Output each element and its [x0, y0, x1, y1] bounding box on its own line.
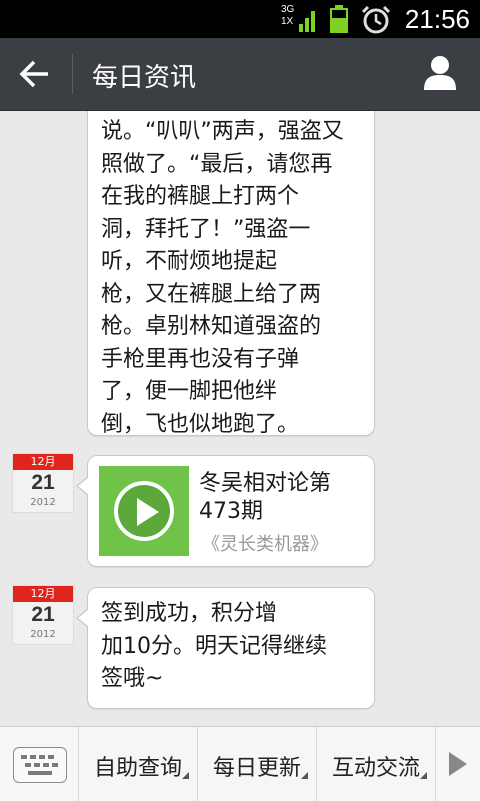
battery-icon [330, 5, 348, 33]
date-day: 21 [31, 471, 55, 494]
date-badge: 12月 21 2012 [12, 585, 74, 645]
date-day: 21 [31, 603, 55, 626]
chevron-right-icon [449, 752, 467, 776]
menu-interaction-button[interactable]: 互动交流 [316, 727, 435, 801]
article-source: 《灵长类机器》 [202, 534, 328, 555]
submenu-indicator-icon [182, 772, 189, 779]
bubble-tail [76, 608, 89, 628]
date-year: 2012 [30, 629, 56, 640]
menu-label: 每日更新 [212, 756, 301, 781]
message-text: 签到成功，积分增 加10分。明天记得继续 签哦~ [101, 601, 327, 691]
keyboard-toggle-button[interactable] [0, 727, 78, 801]
play-thumbnail[interactable] [99, 466, 189, 556]
status-bar: 3G 1X 21:56 [0, 0, 480, 38]
profile-icon[interactable] [422, 54, 458, 92]
title-bar: 每日资讯 [0, 38, 480, 111]
bottom-menu-bar: 自助查询 每日更新 互动交流 [0, 726, 480, 801]
submenu-indicator-icon [420, 772, 427, 779]
back-arrow-icon[interactable] [18, 56, 54, 92]
title-divider [72, 54, 73, 94]
date-month: 12月 [13, 586, 73, 602]
date-badge: 12月 21 2012 [12, 453, 74, 513]
menu-self-service-button[interactable]: 自助查询 [78, 727, 197, 801]
message-bubble[interactable]: 说。“叭叭”两声，强盗又 照做了。“最后，请您再 在我的裤腿上打两个 洞，拜托了… [87, 111, 375, 437]
clock: 21:56 [404, 4, 470, 34]
alarm-icon [361, 5, 391, 34]
message-bubble[interactable]: 签到成功，积分增 加10分。明天记得继续 签哦~ [76, 587, 375, 709]
article-title: 冬吴相对论第473期 [199, 471, 332, 524]
date-year: 2012 [30, 497, 56, 508]
chat-area[interactable]: 说。“叭叭”两声，强盗又 照做了。“最后，请您再 在我的裤腿上打两个 洞，拜托了… [0, 111, 480, 726]
message-text: 说。“叭叭”两声，强盗又 照做了。“最后，请您再 在我的裤腿上打两个 洞，拜托了… [101, 119, 344, 437]
page-title: 每日资讯 [92, 63, 197, 93]
date-month: 12月 [13, 454, 73, 470]
submenu-indicator-icon [301, 772, 308, 779]
menu-label: 自助查询 [93, 756, 182, 781]
signal-icon [299, 11, 315, 32]
menu-next-button[interactable] [435, 727, 480, 801]
article-card[interactable]: 冬吴相对论第473期 《灵长类机器》 [76, 455, 375, 567]
keyboard-icon [13, 747, 67, 783]
menu-daily-update-button[interactable]: 每日更新 [197, 727, 316, 801]
menu-label: 互动交流 [331, 756, 420, 781]
bubble-tail [76, 476, 89, 496]
play-triangle-icon [137, 498, 159, 526]
